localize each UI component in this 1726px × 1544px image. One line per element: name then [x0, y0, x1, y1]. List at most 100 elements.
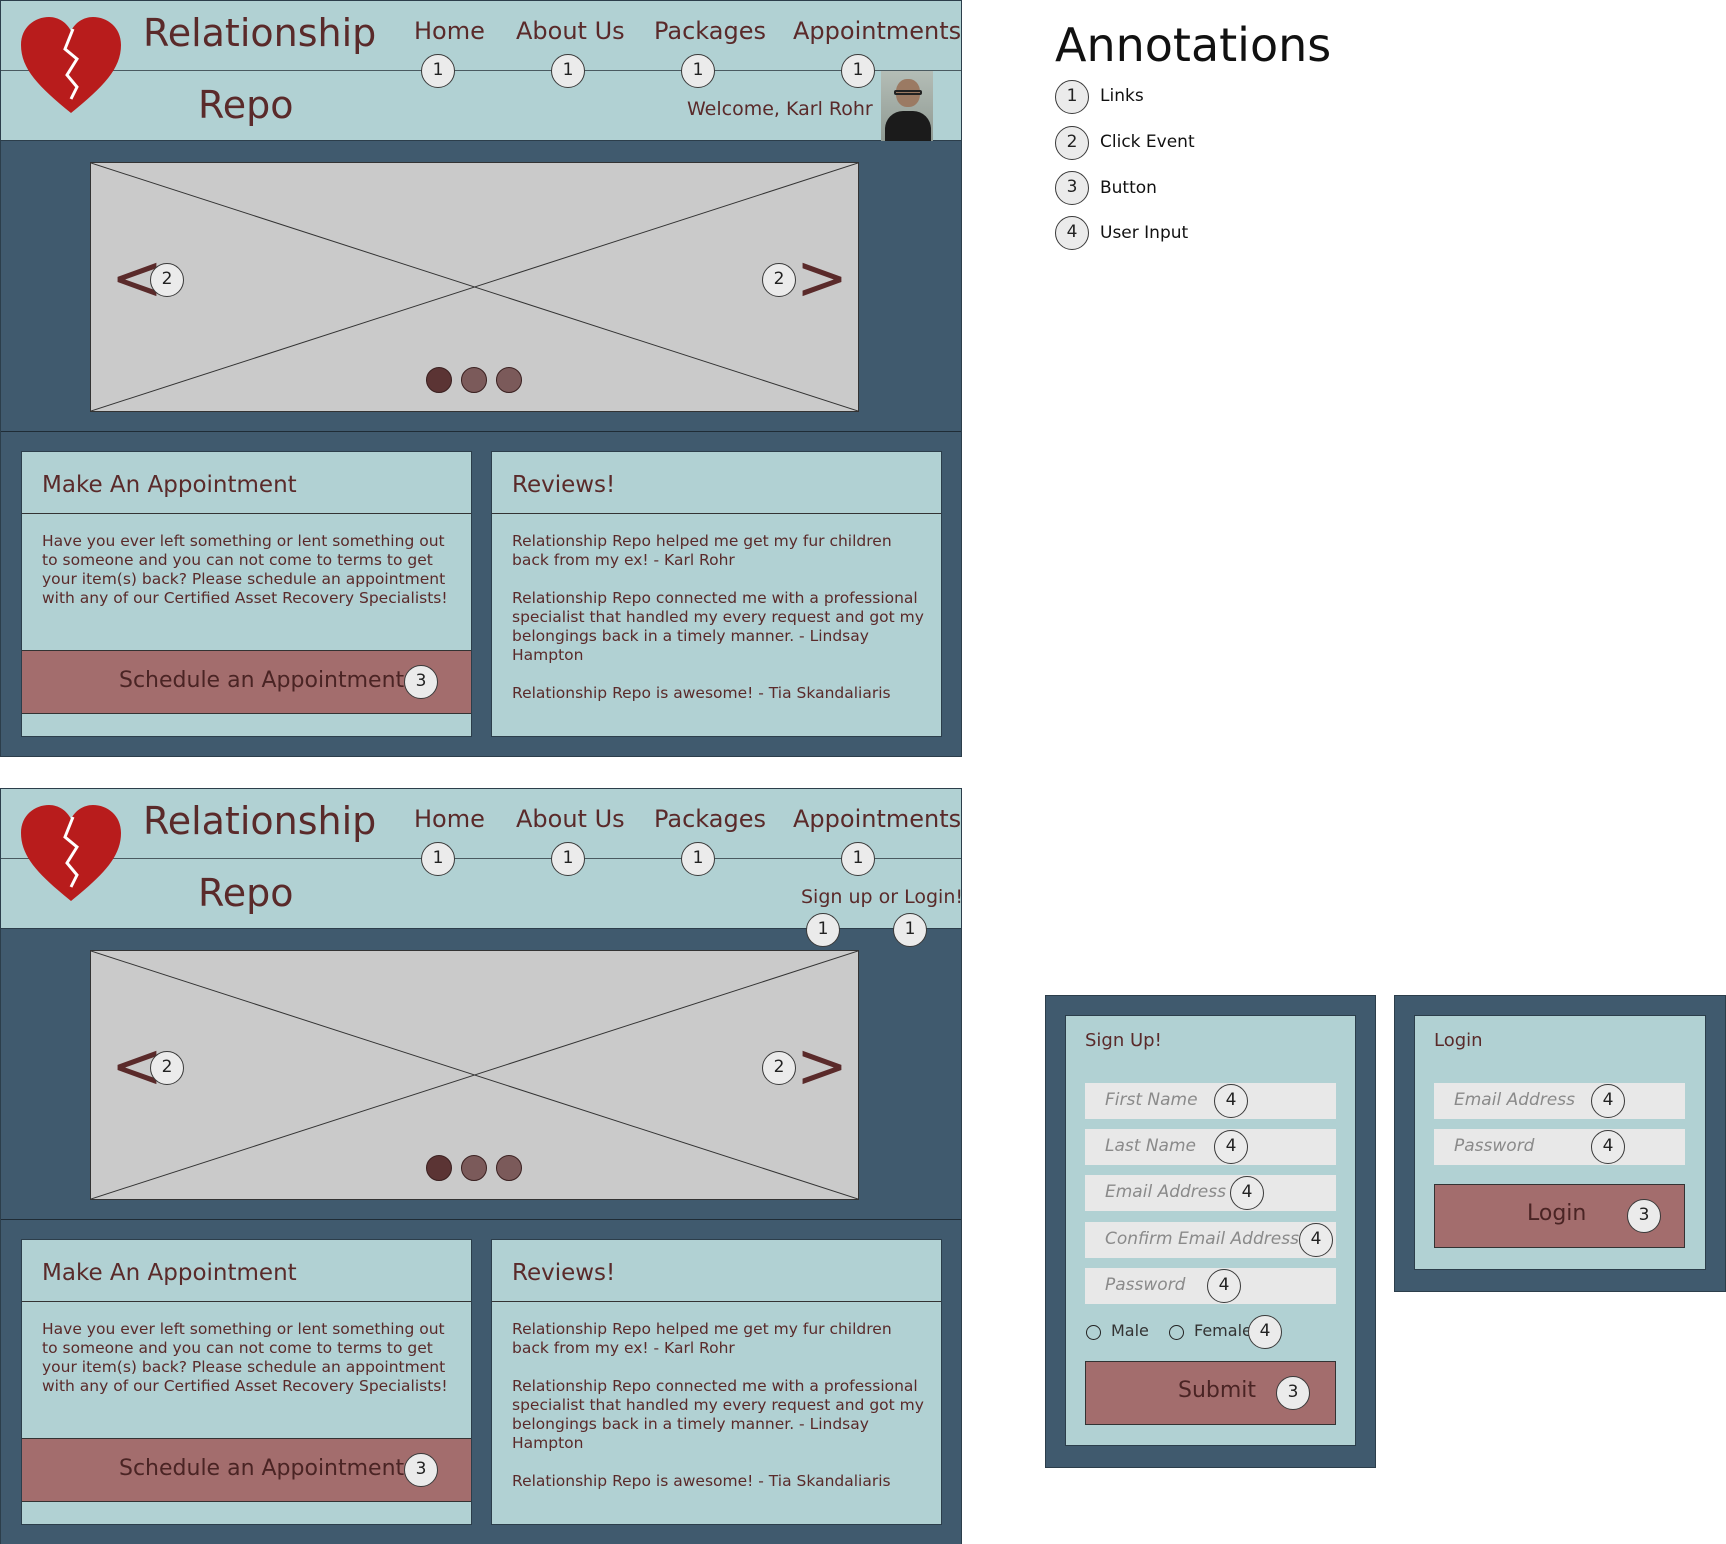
login-email-placeholder: Email Address	[1454, 1090, 1575, 1110]
last-name-placeholder: Last Name	[1105, 1136, 1196, 1156]
annotation-badge: 2	[762, 1051, 796, 1085]
annotation-badge: 2	[762, 263, 796, 297]
login-email-field[interactable]: Email Address	[1434, 1083, 1685, 1119]
annotation-badge: 4	[1214, 1084, 1248, 1118]
carousel-next-arrow[interactable]: >	[796, 1035, 848, 1097]
carousel-dot-active[interactable]	[426, 367, 452, 393]
annotation-badge: 1	[806, 913, 840, 947]
signup-form: Sign Up! First Name 4 Last Name 4 Email …	[1065, 1015, 1356, 1446]
section-divider	[1, 431, 961, 432]
annotation-badge: 1	[841, 842, 875, 876]
login-form: Login Email Address 4 Password 4 Login 3	[1414, 1015, 1706, 1270]
last-name-field[interactable]: Last Name	[1085, 1129, 1336, 1165]
gender-radio-female[interactable]	[1169, 1325, 1184, 1340]
nav-appointments[interactable]: Appointments	[793, 805, 961, 833]
confirm-email-placeholder: Confirm Email Address	[1105, 1229, 1299, 1249]
reviews-list: Relationship Repo helped me get my fur c…	[512, 532, 927, 722]
carousel-dot-active[interactable]	[426, 1155, 452, 1181]
brand-name-line2: Repo	[198, 83, 294, 127]
legend-label: Button	[1100, 178, 1157, 198]
annotation-badge: 4	[1248, 1315, 1282, 1349]
annotation-badge: 1	[681, 54, 715, 88]
review-item: Relationship Repo is awesome! - Tia Skan…	[512, 1472, 891, 1490]
gender-radio-male[interactable]	[1086, 1325, 1101, 1340]
annotation-badge: 4	[1214, 1130, 1248, 1164]
broken-heart-logo-icon[interactable]	[19, 15, 123, 119]
nav-about-us[interactable]: About Us	[516, 17, 625, 45]
annotation-badge: 4	[1207, 1269, 1241, 1303]
review-item: Relationship Repo connected me with a pr…	[512, 1377, 924, 1452]
card-title-divider	[22, 513, 471, 514]
user-avatar[interactable]	[881, 71, 933, 141]
login-button[interactable]: Login 3	[1434, 1184, 1685, 1248]
mockup-logged-in: Relationship Repo Home About Us Packages…	[0, 0, 962, 757]
reviews-card: Reviews! Relationship Repo helped me get…	[491, 1239, 942, 1525]
first-name-placeholder: First Name	[1105, 1090, 1198, 1110]
appointment-card: Make An Appointment Have you ever left s…	[21, 451, 472, 737]
annotation-badge: 3	[404, 665, 438, 699]
brand-name-line2: Repo	[198, 871, 294, 915]
brand-name-line1: Relationship	[143, 11, 377, 55]
annotation-badge: 1	[893, 913, 927, 947]
annotation-badge: 1	[551, 842, 585, 876]
carousel-dot[interactable]	[461, 367, 487, 393]
email-placeholder: Email Address	[1105, 1182, 1226, 1202]
annotation-badge: 3	[404, 1453, 438, 1487]
avatar-glasses	[894, 90, 922, 95]
appointment-card-body: Have you ever left something or lent som…	[42, 532, 448, 607]
review-item: Relationship Repo helped me get my fur c…	[512, 532, 892, 569]
carousel-next-arrow[interactable]: >	[796, 247, 848, 309]
annotation-badge: 1	[421, 842, 455, 876]
signup-panel: Sign Up! First Name 4 Last Name 4 Email …	[1045, 995, 1376, 1468]
appointment-card-title: Make An Appointment	[42, 1260, 297, 1286]
annotation-badge: 4	[1591, 1130, 1625, 1164]
review-item: Relationship Repo connected me with a pr…	[512, 589, 924, 664]
nav-packages[interactable]: Packages	[654, 805, 766, 833]
header-divider	[1, 858, 961, 859]
annotation-badge: 3	[1627, 1199, 1661, 1233]
nav-home[interactable]: Home	[414, 17, 485, 45]
annotation-badge: 2	[150, 1051, 184, 1085]
submit-button[interactable]: Submit 3	[1085, 1361, 1336, 1425]
nav-appointments[interactable]: Appointments	[793, 17, 961, 45]
annotation-badge: 1	[681, 842, 715, 876]
card-title-divider	[492, 513, 941, 514]
legend-badge: 1	[1055, 80, 1089, 114]
reviews-card: Reviews! Relationship Repo helped me get…	[491, 451, 942, 737]
welcome-message: Welcome, Karl Rohr	[687, 98, 873, 120]
review-item: Relationship Repo helped me get my fur c…	[512, 1320, 892, 1357]
annotation-badge: 4	[1591, 1084, 1625, 1118]
nav-home[interactable]: Home	[414, 805, 485, 833]
legend-badge: 4	[1055, 216, 1089, 250]
avatar-body	[885, 111, 931, 141]
reviews-card-title: Reviews!	[512, 472, 616, 498]
review-item: Relationship Repo is awesome! - Tia Skan…	[512, 684, 891, 702]
annotation-badge: 2	[150, 263, 184, 297]
legend-badge: 2	[1055, 126, 1089, 160]
broken-heart-logo-icon[interactable]	[19, 803, 123, 907]
legend-badge: 3	[1055, 171, 1089, 205]
carousel-dot[interactable]	[496, 1155, 522, 1181]
site-header: Relationship Repo Home About Us Packages…	[1, 1, 961, 141]
annotation-badge: 4	[1230, 1176, 1264, 1210]
nav-packages[interactable]: Packages	[654, 17, 766, 45]
appointment-card-title: Make An Appointment	[42, 472, 297, 498]
carousel-dot[interactable]	[461, 1155, 487, 1181]
annotation-badge: 3	[1276, 1376, 1310, 1410]
annotation-badge: 4	[1299, 1223, 1333, 1257]
nav-about-us[interactable]: About Us	[516, 805, 625, 833]
annotation-badge: 1	[421, 54, 455, 88]
first-name-field[interactable]: First Name	[1085, 1083, 1336, 1119]
schedule-appointment-button[interactable]: Schedule an Appointment 3	[22, 650, 471, 714]
annotations-title: Annotations	[1055, 18, 1332, 72]
signup-login-link[interactable]: Sign up or Login!	[801, 886, 963, 908]
site-header: Relationship Repo Home About Us Packages…	[1, 789, 963, 929]
appointment-card: Make An Appointment Have you ever left s…	[21, 1239, 472, 1525]
login-password-field[interactable]: Password	[1434, 1129, 1685, 1165]
carousel-dot[interactable]	[496, 367, 522, 393]
schedule-appointment-label: Schedule an Appointment	[119, 1456, 405, 1481]
schedule-appointment-button[interactable]: Schedule an Appointment 3	[22, 1438, 471, 1502]
email-field[interactable]: Email Address	[1085, 1175, 1336, 1211]
section-divider	[1, 1219, 961, 1220]
login-title: Login	[1434, 1030, 1483, 1051]
